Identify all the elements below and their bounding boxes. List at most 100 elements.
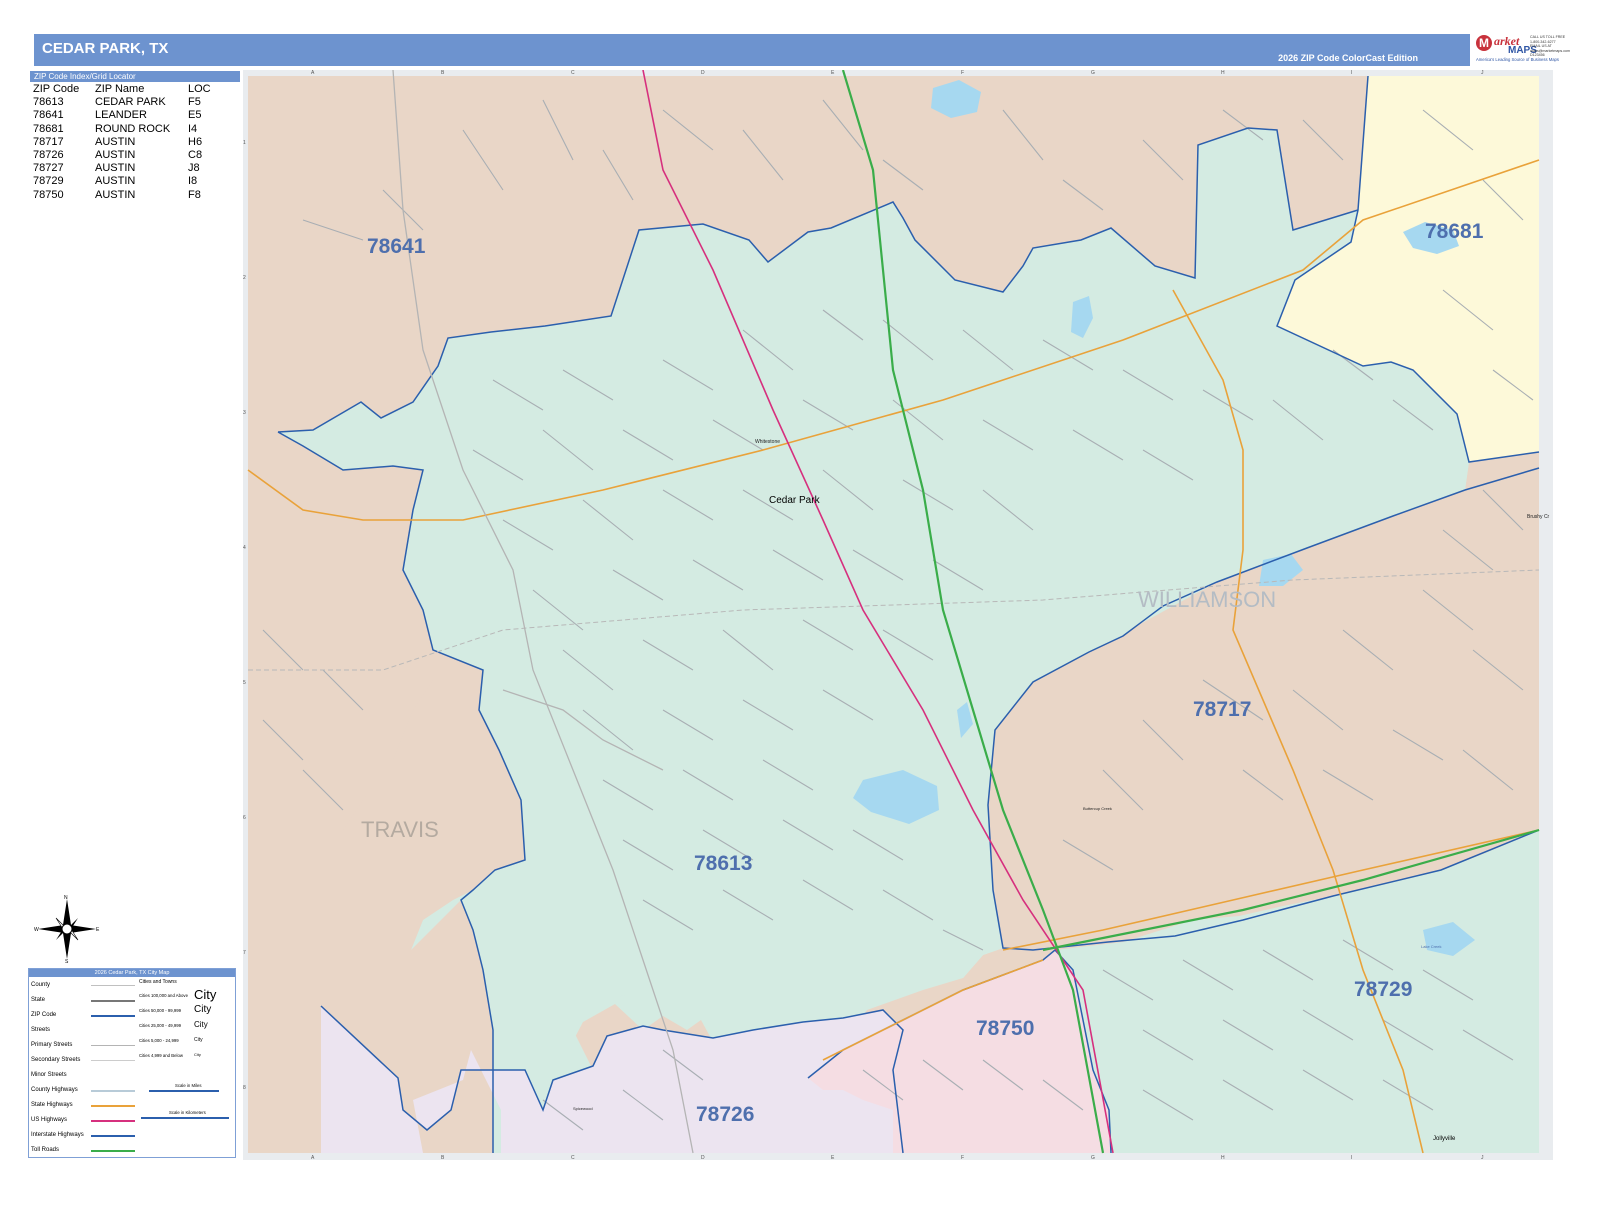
- place-label: Lake Creek: [1421, 944, 1441, 949]
- grid-col-label: C: [571, 70, 575, 76]
- legend-label: Toll Roads: [31, 1147, 60, 1153]
- zip-label: 78681: [1425, 220, 1484, 243]
- table-row: 78641 LEANDER E5: [33, 109, 228, 122]
- zip-label: 78726: [696, 1103, 754, 1126]
- compass-n: N: [64, 895, 68, 901]
- compass-rose-icon: N S W E: [34, 895, 100, 963]
- legend-label: Minor Streets: [31, 1072, 67, 1078]
- grid-col-label: F: [961, 1155, 964, 1160]
- zip-label: 78729: [1354, 978, 1412, 1001]
- zip-code-cell: 78717: [33, 135, 64, 148]
- grid-col-label: F: [961, 70, 964, 76]
- grid-row-label: 2: [243, 275, 246, 281]
- legend-title: 2026 Cedar Park, TX City Map: [29, 969, 235, 977]
- legend-city-range: Cities 25,000 - 49,999: [139, 1023, 182, 1028]
- legend-city-sample: City: [194, 1004, 212, 1015]
- table-row: 78727 AUSTIN J8: [33, 162, 228, 175]
- zip-name-cell: AUSTIN: [95, 149, 136, 162]
- scale-km-label: Scale in Kilometers: [169, 1110, 206, 1115]
- grid-col-label: E: [831, 1155, 835, 1160]
- scale-bar-km: [141, 1117, 229, 1119]
- legend-swatch: [91, 1060, 135, 1061]
- city-label-cedar-park: Cedar Park: [769, 495, 821, 506]
- legend-swatch: [91, 1105, 135, 1107]
- zip-code-cell: 78613: [33, 96, 64, 109]
- column-header: LOC: [188, 83, 211, 96]
- grid-col-label: I: [1351, 1155, 1352, 1160]
- grid-col-label: A: [311, 70, 315, 76]
- edition-label: 2026 ZIP Code ColorCast Edition: [1278, 53, 1418, 63]
- zip-index-header-row: ZIP Code ZIP Name LOC: [33, 83, 228, 96]
- legend-label: County: [31, 982, 51, 988]
- scale-bar-miles: [149, 1090, 219, 1092]
- column-header: ZIP Name: [95, 83, 145, 96]
- map-legend: 2026 Cedar Park, TX City Map County Stat…: [28, 968, 236, 1158]
- zip-name-cell: AUSTIN: [95, 162, 136, 175]
- grid-col-label: C: [571, 1155, 575, 1160]
- zip-name-cell: ROUND ROCK: [95, 122, 171, 135]
- logo-contact-line: CALL US TOLL FREE: [1530, 35, 1566, 39]
- loc-cell: J8: [188, 162, 200, 175]
- zip-name-cell: AUSTIN: [95, 135, 136, 148]
- zip-name-cell: AUSTIN: [95, 175, 136, 188]
- loc-cell: F5: [188, 96, 201, 109]
- table-row: 78681 ROUND ROCK I4: [33, 123, 228, 136]
- grid-left: 1 2 3 4 5 6 7 8: [243, 140, 246, 1091]
- grid-bottom: A B C D E F G H I J: [311, 1155, 1484, 1160]
- grid-col-label: J: [1481, 70, 1484, 76]
- loc-cell: I4: [188, 122, 198, 135]
- map-frame[interactable]: A B C D E F G H I J A B C D E F G H I J …: [243, 70, 1553, 1160]
- logo-badge: M: [1476, 35, 1492, 51]
- table-row: 78726 AUSTIN C8: [33, 149, 228, 162]
- legend-swatch: [91, 1000, 135, 1002]
- grid-row-label: 5: [243, 680, 246, 686]
- compass-w: W: [34, 927, 39, 933]
- legend-swatch: [91, 1120, 135, 1122]
- map-title: CEDAR PARK, TX: [42, 40, 169, 57]
- grid-col-label: D: [701, 70, 705, 76]
- scale-miles-label: Scale in Miles: [175, 1083, 202, 1088]
- zip-code-cell: 78729: [33, 175, 64, 188]
- legend-swatch: [91, 1150, 135, 1152]
- zip-label: 78641: [367, 235, 426, 258]
- grid-row-label: 7: [243, 950, 246, 956]
- legend-label: ZIP Code: [31, 1012, 57, 1018]
- legend-swatch: [91, 1045, 135, 1046]
- logo-tagline: America's Leading Source of Business Map…: [1476, 57, 1559, 62]
- zip-code-cell: 78681: [33, 122, 64, 135]
- compass-e: E: [96, 927, 100, 933]
- grid-col-label: I: [1351, 70, 1352, 76]
- loc-cell: I8: [188, 175, 198, 188]
- legend-city-range: Cities 50,000 - 99,999: [139, 1008, 182, 1013]
- grid-col-label: A: [311, 1155, 315, 1160]
- legend-city-range: Cities 100,000 and Above: [139, 993, 188, 998]
- compass-s: S: [65, 959, 69, 963]
- zip-label: 78717: [1193, 698, 1251, 721]
- legend-label: County Highways: [31, 1087, 78, 1093]
- legend-city-sample: City: [194, 987, 217, 1002]
- legend-swatch: [91, 1135, 135, 1137]
- legend-cities-title: Cities and Towns: [139, 979, 177, 985]
- table-row: 78613 CEDAR PARK F5: [33, 96, 228, 109]
- legend-city-range: Cities 4,999 and Below: [139, 1053, 183, 1058]
- zip-name-cell: CEDAR PARK: [95, 96, 166, 109]
- zip-code-cell: 78726: [33, 149, 64, 162]
- grid-row-label: 6: [243, 815, 246, 821]
- grid-row-label: 8: [243, 1085, 246, 1091]
- map-canvas[interactable]: A B C D E F G H I J A B C D E F G H I J …: [243, 70, 1553, 1160]
- place-label: Brushy Cr: [1527, 514, 1550, 520]
- zip-name-cell: LEANDER: [95, 109, 147, 122]
- grid-col-label: B: [441, 1155, 445, 1160]
- market-maps-logo: M arket MAPS America's Leading Source of…: [1474, 33, 1570, 67]
- legend-city-sample: City: [194, 1037, 203, 1043]
- legend-label: Primary Streets: [31, 1042, 73, 1048]
- legend-label: State: [31, 997, 46, 1003]
- legend-city-sample: City: [194, 1052, 201, 1057]
- place-label: Spicewood: [573, 1106, 593, 1111]
- legend-city-range: Cities 5,000 - 24,999: [139, 1038, 179, 1043]
- legend-swatch: [91, 1090, 135, 1092]
- zip-label: 78750: [976, 1017, 1034, 1040]
- legend-label: Interstate Highways: [31, 1132, 84, 1138]
- grid-col-label: H: [1221, 1155, 1225, 1160]
- table-row: 78717 AUSTIN H6: [33, 136, 228, 149]
